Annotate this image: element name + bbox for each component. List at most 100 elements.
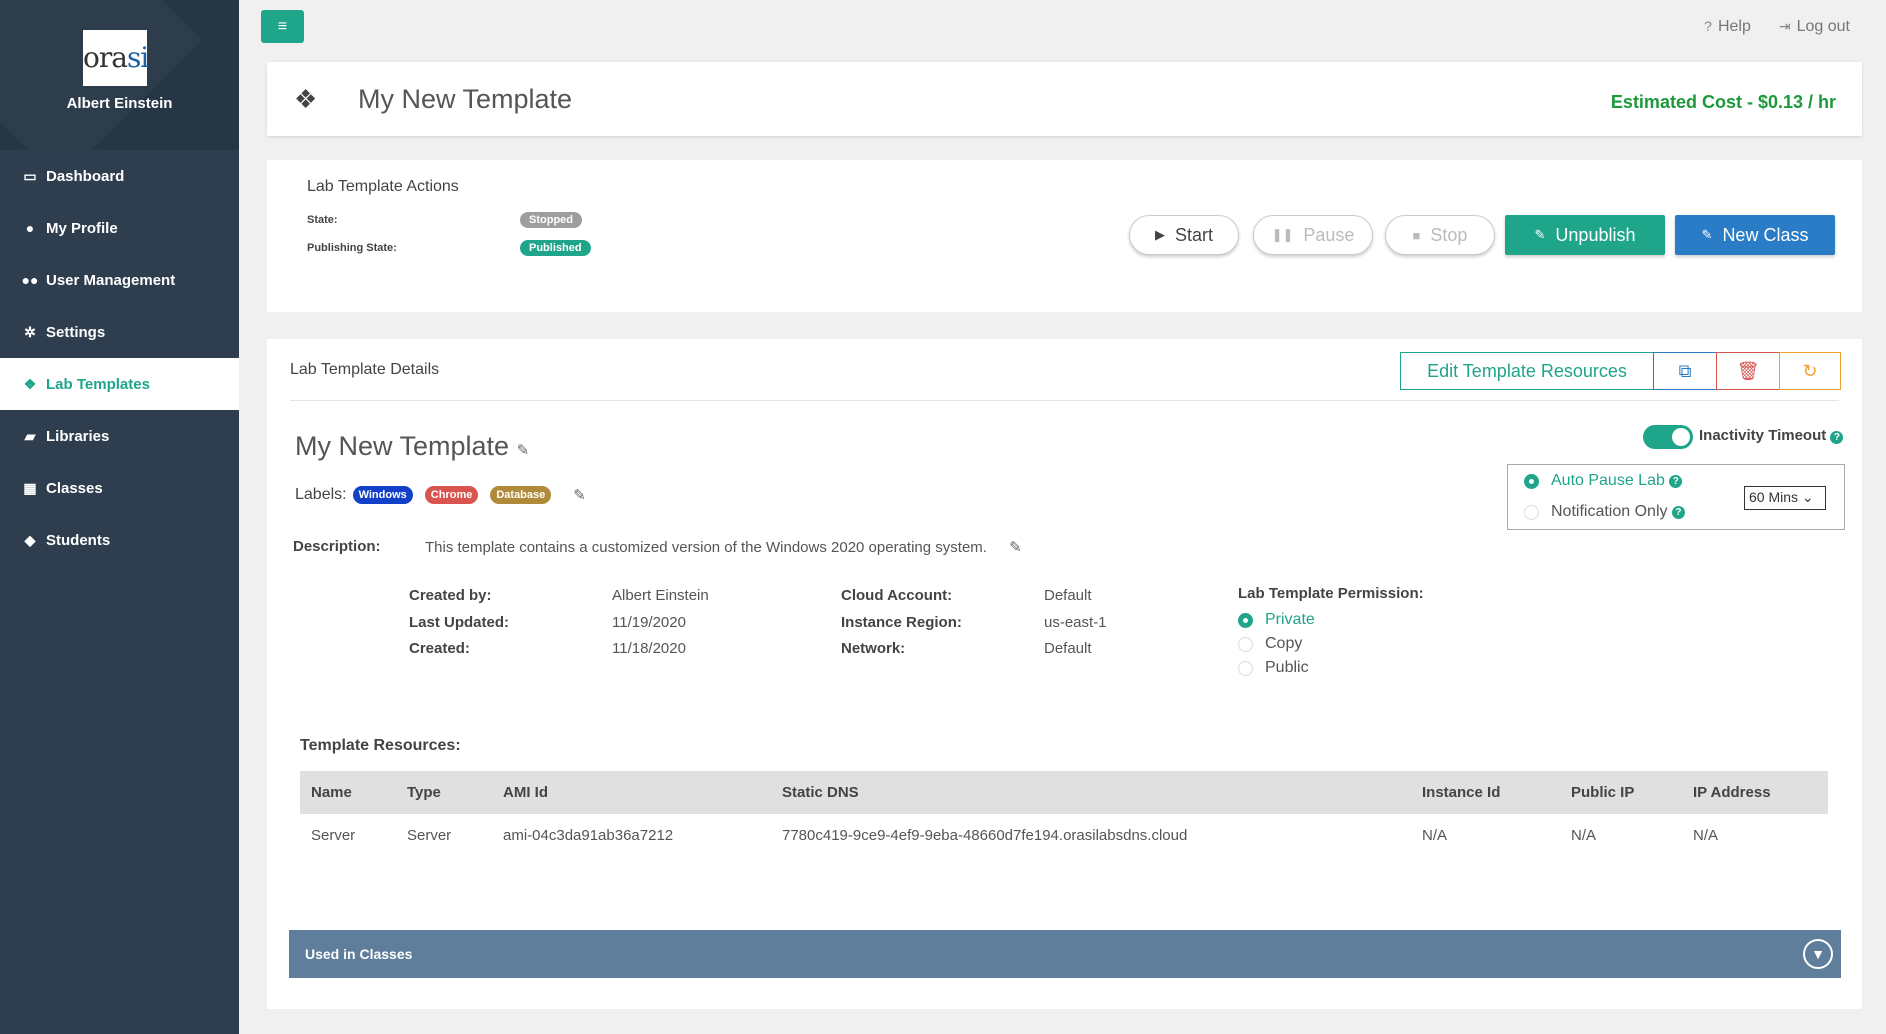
pause-label: Pause (1303, 224, 1355, 245)
unpublish-button[interactable]: ✎ Unpublish (1505, 215, 1665, 255)
pause-icon: ❚❚ (1271, 227, 1294, 242)
orasi-logo: orasi (83, 30, 149, 86)
radio-auto-pause[interactable] (1524, 473, 1539, 489)
sidebar-item-settings[interactable]: ✲ Settings (0, 306, 239, 358)
stop-button[interactable]: ■ Stop (1385, 215, 1495, 255)
chevron-down-icon[interactable]: ▼ (1803, 939, 1833, 969)
description-value: This template contains a customized vers… (425, 539, 987, 556)
refresh-template-button[interactable]: ↻ (1779, 352, 1841, 390)
labels-label: Labels: (295, 486, 347, 503)
page-title: My New Template (358, 84, 573, 114)
timeout-options-box: Auto Pause Lab ? Notification Only ? 60 … (1507, 464, 1845, 530)
hamburger-icon: ≡ (277, 18, 288, 35)
play-icon: ▶ (1154, 227, 1165, 242)
estimated-cost: Estimated Cost - $0.13 / hr (1610, 92, 1836, 112)
sidebar-item-my-profile[interactable]: ● My Profile (0, 202, 239, 254)
start-button[interactable]: ▶ Start (1129, 215, 1239, 255)
sidebar-item-dashboard[interactable]: ▭ Dashboard (0, 150, 239, 202)
table-cell: N/A (1693, 827, 1719, 844)
unpublish-label: Unpublish (1555, 224, 1636, 245)
help-link[interactable]: ? Help (1704, 18, 1751, 36)
copy-template-button[interactable]: ⧉ (1653, 352, 1717, 390)
sidebar-item-libraries[interactable]: ▰ Libraries (0, 410, 239, 462)
help-icon[interactable]: ? (1671, 505, 1685, 519)
sidebar-item-label: Settings (46, 323, 106, 341)
column-header: Name (300, 771, 396, 814)
new-class-label: New Class (1722, 224, 1809, 245)
radio-private[interactable] (1238, 612, 1253, 628)
book-icon: ▰ (24, 427, 36, 444)
pause-button[interactable]: ❚❚ Pause (1253, 215, 1373, 255)
permission-public-option[interactable]: Public (1238, 659, 1309, 677)
monitor-icon: ▭ (23, 167, 37, 184)
resources-heading: Template Resources: (300, 737, 461, 754)
label-chip-windows[interactable]: Windows (352, 486, 413, 504)
sidebar-item-classes[interactable]: ▦ Classes (0, 462, 239, 514)
column-header: AMI Id (492, 771, 771, 814)
stop-icon: ■ (1412, 227, 1421, 243)
table-cell: 7780c419-9ce9-4ef9-9eba-48660d7fe194.ora… (782, 827, 1188, 844)
table-cell: N/A (1422, 827, 1448, 844)
radio-copy[interactable] (1238, 636, 1253, 652)
notification-only-option[interactable]: Notification Only ? (1524, 503, 1685, 521)
edit-template-resources-button[interactable]: Edit Template Resources (1400, 352, 1654, 390)
sidebar-item-label: Lab Templates (46, 375, 150, 393)
help-icon[interactable]: ? (1669, 474, 1683, 488)
sidebar: orasi Albert Einstein ▭ Dashboard ● My Pro… (0, 0, 239, 1034)
column-header: Instance Id (1411, 771, 1560, 814)
profile-panel: orasi Albert Einstein (0, 0, 239, 150)
pencil-icon[interactable]: ✎ (573, 486, 586, 504)
table-cell: Server (311, 827, 356, 844)
timeout-select[interactable]: 60 Mins ⌄ (1744, 486, 1826, 510)
permission-copy-option[interactable]: Copy (1238, 635, 1302, 653)
users-icon: ●● (21, 272, 39, 288)
stop-label: Stop (1430, 224, 1468, 245)
sidebar-item-students[interactable]: ◆ Students (0, 514, 239, 566)
sign-out-icon: ⇥ (1778, 18, 1791, 34)
graduation-cap-icon: ◆ (24, 531, 36, 548)
label-chip-chrome[interactable]: Chrome (424, 486, 479, 504)
permission-copy-label: Copy (1265, 635, 1303, 652)
edit-icon: ✎ (1534, 227, 1546, 242)
inactivity-timeout-label: Inactivity Timeout ? (1699, 427, 1844, 444)
instance-region-value: us-east-1 (1044, 614, 1107, 631)
radio-notification-only[interactable] (1524, 504, 1539, 520)
delete-template-button[interactable]: 🗑 (1716, 352, 1780, 390)
sidebar-nav: ▭ Dashboard ● My Profile ●● User Management… (0, 150, 239, 566)
pencil-icon[interactable]: ✎ (1009, 539, 1022, 556)
last-updated-label: Last Updated: (409, 614, 510, 631)
new-class-button[interactable]: ✎ New Class (1675, 215, 1835, 255)
state-label: State: (307, 214, 338, 226)
sidebar-item-label: User Management (46, 271, 176, 289)
menu-toggle-button[interactable]: ≡ (261, 10, 304, 43)
state-badge: Stopped (520, 212, 582, 228)
actions-heading: Lab Template Actions (307, 178, 459, 195)
cubes-icon: ❖ (294, 84, 318, 114)
inactivity-timeout-toggle[interactable] (1643, 425, 1693, 449)
used-in-classes-panel[interactable]: Used in Classes ▼ (289, 930, 1841, 978)
label-chip-database[interactable]: Database (490, 486, 552, 504)
title-card: ❖ My New Template Estimated Cost - $0.13… (267, 62, 1862, 136)
table-cell: N/A (1571, 827, 1597, 844)
sidebar-item-label: My Profile (46, 219, 118, 237)
inactivity-timeout-text: Inactivity Timeout (1699, 427, 1827, 444)
logo-text-b: si (126, 41, 149, 74)
column-header: Type (396, 771, 492, 814)
sidebar-item-lab-templates[interactable]: ❖ Lab Templates (0, 358, 239, 410)
gear-icon: ✲ (24, 323, 36, 340)
sidebar-item-user-management[interactable]: ●● User Management (0, 254, 239, 306)
resources-table: Name Type AMI Id Static DNS Instance Id … (300, 771, 1828, 857)
permission-private-option[interactable]: Private (1238, 611, 1315, 629)
table-cell: ami-04c3da91ab36a7212 (503, 827, 674, 844)
used-in-classes-label: Used in Classes (305, 946, 413, 962)
logout-link[interactable]: ⇥ Log out (1779, 18, 1850, 36)
column-header: Public IP (1560, 771, 1682, 814)
auto-pause-label: Auto Pause Lab (1551, 472, 1665, 489)
start-label: Start (1174, 224, 1213, 245)
help-icon[interactable]: ? (1830, 431, 1844, 444)
auto-pause-option[interactable]: Auto Pause Lab ? (1524, 472, 1683, 490)
sidebar-item-label: Students (46, 531, 111, 549)
radio-public[interactable] (1238, 660, 1253, 676)
question-circle-icon: ? (1704, 18, 1712, 34)
pencil-icon[interactable]: ✎ (517, 442, 530, 459)
